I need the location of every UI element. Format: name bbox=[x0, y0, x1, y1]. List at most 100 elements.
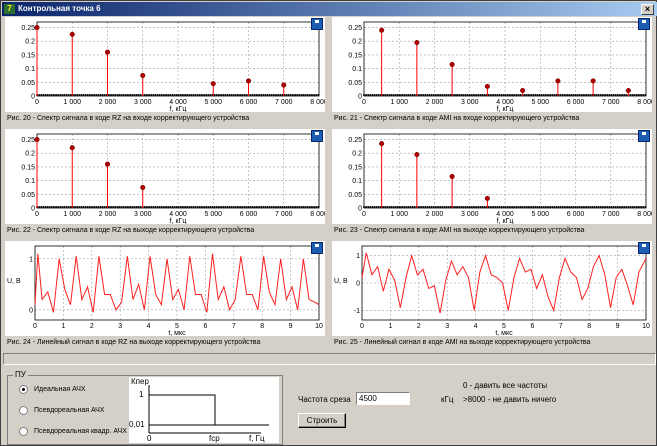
plot-panel-ami-in: 0 1 000 2 000 3 000 4 000 5 000 6 000 7 000 8 00… bbox=[332, 17, 652, 112]
noise-dot bbox=[608, 94, 611, 96]
save-icon[interactable] bbox=[311, 130, 323, 142]
xtick-5: 5 bbox=[175, 323, 179, 330]
radio-pseudo-square-label: Псевдореальная квадр. АЧХ bbox=[34, 428, 127, 435]
noise-dot bbox=[165, 94, 168, 96]
cutoff-input[interactable]: 4500 bbox=[356, 392, 410, 405]
noise-dot bbox=[306, 94, 309, 96]
noise-dot bbox=[375, 206, 378, 208]
xtick-8: 8 bbox=[260, 323, 264, 330]
xtick-3: 3 000 bbox=[134, 211, 152, 218]
noise-dot bbox=[162, 206, 165, 208]
noise-dot bbox=[315, 94, 318, 96]
group-label: ПУ bbox=[13, 370, 28, 379]
ytick-5: 0.25 bbox=[348, 137, 362, 144]
noise-dot bbox=[559, 94, 562, 96]
noise-dot bbox=[277, 94, 280, 96]
noise-dot bbox=[563, 206, 566, 208]
noise-dot bbox=[103, 206, 106, 208]
radio-pseudo-label: Псевдореальная АЧХ bbox=[34, 407, 105, 414]
noise-dot bbox=[281, 206, 284, 208]
radio-pseudo-square[interactable]: Псевдореальная квадр. АЧХ bbox=[19, 427, 127, 436]
noise-dot bbox=[585, 206, 588, 208]
noise-dot bbox=[631, 94, 634, 96]
noise-dot bbox=[317, 94, 320, 96]
noise-dot bbox=[384, 206, 387, 208]
xtick-2: 2 bbox=[90, 323, 94, 330]
xtick-2: 2 000 bbox=[426, 211, 444, 218]
noise-dot bbox=[207, 94, 210, 96]
noise-dot bbox=[595, 94, 598, 96]
noise-dot bbox=[215, 206, 218, 208]
radio-pseudo-square-circle[interactable] bbox=[19, 427, 28, 436]
noise-dot bbox=[220, 94, 223, 96]
noise-dot bbox=[272, 94, 275, 96]
radio-pseudo[interactable]: Псевдореальная АЧХ bbox=[19, 406, 104, 415]
noise-dot bbox=[572, 94, 575, 96]
noise-dot bbox=[441, 206, 444, 208]
noise-dot bbox=[407, 94, 410, 96]
noise-dot bbox=[236, 206, 239, 208]
noise-dot bbox=[392, 94, 395, 96]
marker-7 bbox=[625, 87, 631, 94]
noise-dot bbox=[97, 94, 100, 96]
noise-dot bbox=[287, 206, 290, 208]
radio-pseudo-circle[interactable] bbox=[19, 406, 28, 415]
noise-dot bbox=[587, 94, 590, 96]
noise-dot bbox=[167, 94, 170, 96]
noise-dot bbox=[162, 94, 165, 96]
xtick-1: 1 000 bbox=[63, 99, 81, 106]
noise-dot bbox=[124, 206, 127, 208]
save-icon[interactable] bbox=[638, 242, 650, 254]
noise-dot bbox=[289, 206, 292, 208]
noise-dot bbox=[209, 206, 212, 208]
save-icon[interactable] bbox=[311, 242, 323, 254]
plot-svg-ami-sig: 0 1 2 3 4 5 6 7 8 9 10 -1 0 1 t, мкс U, В bbox=[334, 245, 650, 336]
noise-dot bbox=[38, 206, 41, 208]
noise-dot bbox=[152, 94, 155, 96]
noise-dot bbox=[443, 94, 446, 96]
noise-dot bbox=[578, 206, 581, 208]
radio-ideal-circle[interactable] bbox=[19, 385, 28, 394]
noise-dot bbox=[124, 94, 127, 96]
marker-2 bbox=[104, 161, 111, 167]
xtick-5: 5 000 bbox=[204, 99, 222, 106]
marker-3 bbox=[140, 184, 146, 190]
noise-dot bbox=[203, 94, 206, 96]
save-icon[interactable] bbox=[311, 18, 323, 30]
status-bar bbox=[3, 353, 656, 365]
noise-dot bbox=[627, 206, 630, 208]
close-button[interactable]: × bbox=[641, 4, 654, 15]
cutoff-label: Частота среза bbox=[298, 395, 351, 404]
xlabel: f, кГц bbox=[497, 218, 514, 224]
noise-dot bbox=[462, 94, 465, 96]
noise-dot bbox=[198, 206, 201, 208]
save-icon[interactable] bbox=[638, 18, 650, 30]
noise-dot bbox=[154, 206, 157, 208]
marker-1 bbox=[69, 31, 75, 37]
noise-dot bbox=[508, 94, 511, 96]
noise-dot bbox=[403, 94, 406, 96]
noise-dot bbox=[606, 206, 609, 208]
save-icon[interactable] bbox=[638, 130, 650, 142]
noise-dot bbox=[48, 206, 51, 208]
build-button[interactable]: Строить bbox=[298, 413, 346, 428]
noise-dot bbox=[593, 94, 596, 96]
radio-ideal[interactable]: Идеальная АЧХ bbox=[19, 385, 86, 394]
noise-dot bbox=[52, 94, 55, 96]
noise-dot bbox=[48, 94, 51, 96]
noise-dot bbox=[230, 94, 233, 96]
noise-dot bbox=[249, 94, 252, 96]
noise-dot bbox=[122, 94, 125, 96]
noise-dot bbox=[188, 206, 191, 208]
noise-dot bbox=[243, 94, 246, 96]
noise-dot bbox=[375, 94, 378, 96]
noise-dot bbox=[177, 206, 180, 208]
noise-dot bbox=[101, 94, 104, 96]
noise-dot bbox=[42, 206, 45, 208]
noise-dot bbox=[57, 206, 60, 208]
noise-dot bbox=[610, 94, 613, 96]
noise-dot bbox=[527, 94, 530, 96]
noise-dot bbox=[386, 206, 389, 208]
xtick-5: 5 000 bbox=[531, 99, 549, 106]
noise-dot bbox=[84, 206, 87, 208]
